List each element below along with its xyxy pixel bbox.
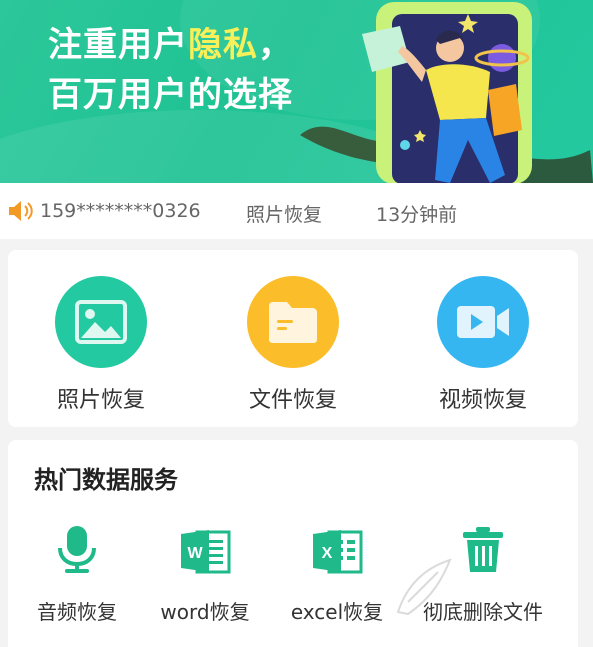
excel-recovery-label: excel恢复	[290, 600, 384, 624]
video-recovery-button[interactable]: 视频恢复	[408, 276, 558, 414]
video-icon	[457, 306, 509, 338]
banner-slogan-line1: 注重用户	[48, 25, 188, 65]
permanent-delete-button[interactable]: 彻底删除文件	[418, 524, 548, 625]
ticker-phone: 159********0326	[40, 200, 201, 222]
svg-text:X: X	[322, 545, 333, 562]
excel-recovery-button[interactable]: X excel恢复	[272, 524, 402, 625]
recovery-tools-card: 照片恢复 文件恢复 视频恢复	[8, 250, 578, 427]
recovery-ticker: 159********0326 照片恢复 13分钟前	[0, 183, 593, 239]
audio-recovery-button[interactable]: 音频恢复	[12, 524, 142, 625]
ticker-recovery-type: 照片恢复	[246, 204, 323, 226]
file-recovery-icon-circle	[247, 276, 339, 368]
banner-slogan-line2: 百万用户的选择	[48, 75, 293, 115]
photo-recovery-icon-circle	[55, 276, 147, 368]
file-recovery-label: 文件恢复	[248, 388, 337, 413]
photo-recovery-button[interactable]: 照片恢复	[26, 276, 176, 414]
video-recovery-icon-circle	[437, 276, 529, 368]
speaker-icon	[9, 201, 33, 221]
image-icon	[75, 300, 127, 344]
permanent-delete-label: 彻底删除文件	[423, 600, 543, 624]
file-recovery-button[interactable]: 文件恢复	[218, 276, 368, 414]
trash-icon	[463, 527, 503, 572]
banner-slogan-highlight: 隐私	[188, 25, 258, 65]
hot-services-title: 热门数据服务	[34, 466, 178, 494]
folder-icon	[269, 302, 317, 343]
audio-recovery-label: 音频恢复	[37, 600, 117, 624]
banner-slogan: 注重用户隐私， 百万用户的选择	[48, 20, 293, 120]
svg-text:W: W	[187, 545, 203, 562]
banner-slogan-comma: ，	[258, 25, 293, 65]
ticker-time: 13分钟前	[376, 204, 458, 226]
word-recovery-label: word恢复	[160, 600, 250, 624]
banner-illustration	[300, 2, 593, 183]
excel-icon: X	[313, 530, 363, 574]
word-icon: W	[181, 530, 231, 574]
promo-banner[interactable]: 注重用户隐私， 百万用户的选择	[0, 0, 593, 183]
hot-services-card: 热门数据服务 音频恢复 W word恢复 X excel恢复 彻底删除文件	[8, 440, 578, 647]
video-recovery-label: 视频恢复	[438, 388, 527, 413]
microphone-icon	[58, 526, 96, 573]
word-recovery-button[interactable]: W word恢复	[140, 524, 270, 625]
photo-recovery-label: 照片恢复	[56, 388, 145, 413]
